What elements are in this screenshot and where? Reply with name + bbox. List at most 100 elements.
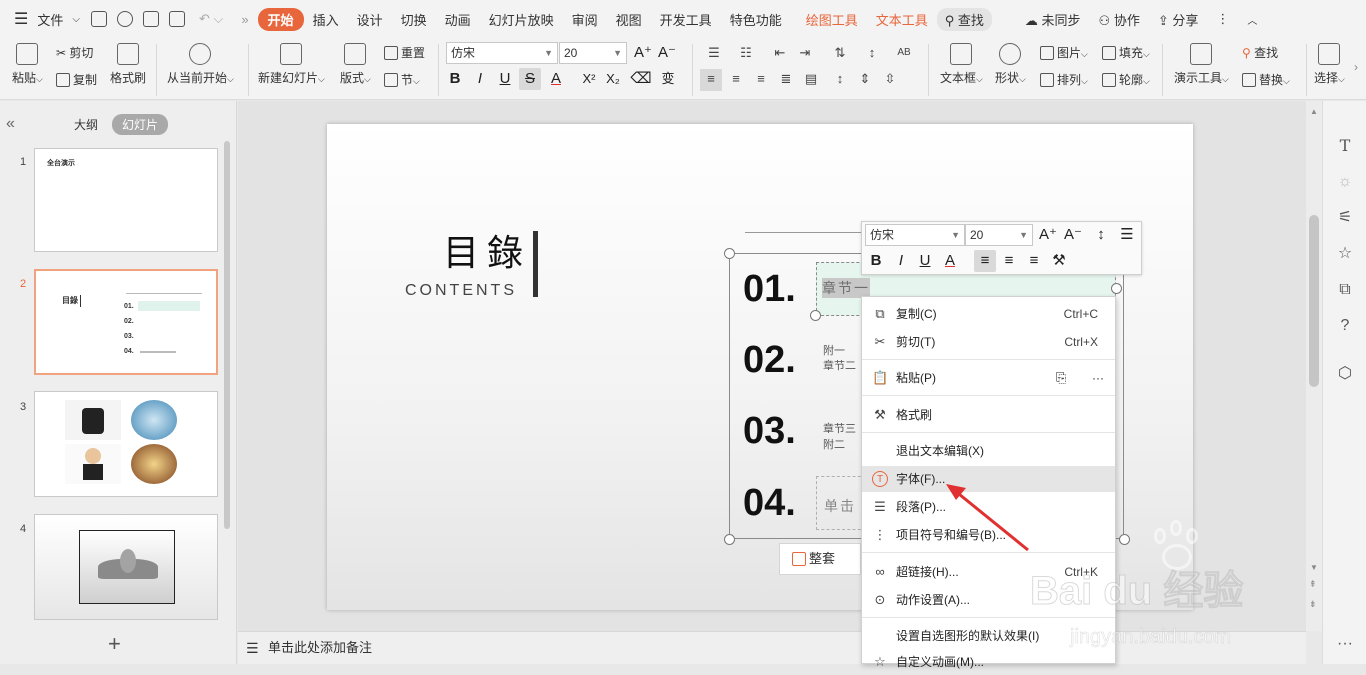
- mini-font-select[interactable]: 仿宋 ▼: [865, 224, 965, 246]
- resize-handle[interactable]: [1111, 283, 1122, 294]
- resize-handle[interactable]: [810, 310, 821, 321]
- export-icon[interactable]: [116, 11, 133, 27]
- present-tools-button[interactable]: 演示工具⌵: [1174, 43, 1229, 86]
- slide-thumbnail-4[interactable]: [34, 514, 218, 620]
- save-icon[interactable]: [90, 11, 107, 27]
- resize-handle[interactable]: [724, 534, 735, 545]
- print-icon[interactable]: [142, 11, 159, 27]
- copy-button[interactable]: 复制: [56, 71, 97, 88]
- underline-icon[interactable]: U: [914, 250, 936, 272]
- menu-item-copy[interactable]: ⧉ 复制(C) Ctrl+C: [862, 301, 1115, 327]
- align-right-icon[interactable]: ≡: [751, 69, 771, 89]
- file-menu[interactable]: 文件: [37, 10, 72, 29]
- text-direction-icon[interactable]: AB: [894, 43, 914, 63]
- collab-button[interactable]: ⚇ 协作: [1090, 10, 1149, 29]
- format-painter-icon[interactable]: ⚒: [1048, 250, 1070, 272]
- menu-item-custom-animation[interactable]: ☆ 自定义动画(M)...: [862, 649, 1115, 675]
- reset-button[interactable]: 重置: [384, 44, 425, 61]
- font-color-icon[interactable]: A: [939, 250, 961, 272]
- grow-font-icon[interactable]: A⁺: [632, 42, 654, 64]
- find-button[interactable]: ⚲ 查找: [1242, 44, 1278, 61]
- subscript-icon[interactable]: X₂: [602, 68, 624, 90]
- font-color-icon[interactable]: A: [545, 68, 567, 90]
- star-icon[interactable]: ☆: [1336, 245, 1354, 263]
- replace-button[interactable]: 替换⌵: [1242, 71, 1290, 88]
- add-slide-button[interactable]: +: [108, 631, 121, 657]
- bold-icon[interactable]: B: [865, 250, 887, 272]
- more-menu-icon[interactable]: ⋮: [1207, 11, 1238, 27]
- shrink-font-icon[interactable]: A⁻: [656, 42, 678, 64]
- resize-handle[interactable]: [1119, 534, 1130, 545]
- strikethrough-icon[interactable]: S: [519, 68, 541, 90]
- tab-outline[interactable]: 大纲: [74, 116, 98, 133]
- menu-item-exit-text-edit[interactable]: 退出文本编辑(X): [862, 438, 1115, 464]
- slide-thumbnail-2[interactable]: 目錄 01. 02. 03. 04.: [34, 269, 218, 375]
- grow-font-icon[interactable]: A⁺: [1037, 224, 1059, 246]
- more-icon[interactable]: ···: [1336, 635, 1354, 653]
- more-options-icon[interactable]: ···: [1092, 365, 1104, 391]
- textbox-button[interactable]: 文本框⌵: [940, 43, 983, 86]
- hamburger-menu-icon[interactable]: ☰: [0, 9, 37, 29]
- item-text-02a[interactable]: 附一: [823, 342, 845, 358]
- play-from-current-button[interactable]: 从当前开始⌵: [167, 43, 234, 86]
- italic-icon[interactable]: I: [890, 250, 912, 272]
- section-button[interactable]: 节⌵: [384, 71, 420, 88]
- menu-item-default-shape-effect[interactable]: 设置自选图形的默认效果(I): [862, 623, 1115, 649]
- select-button[interactable]: 选择⌵: [1314, 43, 1345, 86]
- paste-button[interactable]: 粘贴⌵: [12, 43, 43, 86]
- bullets-icon[interactable]: ☰: [704, 43, 724, 63]
- underline-icon[interactable]: U: [494, 68, 516, 90]
- paste-special-icon[interactable]: ⎘: [1056, 365, 1066, 391]
- align-left-icon[interactable]: ≡: [700, 69, 722, 91]
- tab-slideshow[interactable]: 幻灯片放映: [480, 10, 563, 29]
- align-center-icon[interactable]: ≡: [726, 69, 746, 89]
- increase-indent-icon[interactable]: ⇥: [795, 43, 815, 63]
- sort-icon[interactable]: ⇅: [830, 43, 850, 63]
- font-name-select[interactable]: 仿宋 ▼: [446, 42, 558, 64]
- superscript-icon[interactable]: X²: [578, 68, 600, 90]
- columns-icon[interactable]: ⇕: [855, 69, 875, 89]
- line-spacing2-icon[interactable]: ↕: [830, 69, 850, 89]
- tab-view[interactable]: 视图: [607, 10, 651, 29]
- tab-review[interactable]: 审阅: [563, 10, 607, 29]
- scrollbar-thumb[interactable]: [1309, 215, 1319, 387]
- chevron-down-icon[interactable]: ⌵: [72, 14, 86, 25]
- undo-icon[interactable]: ↶ ⌵: [190, 11, 232, 27]
- menu-item-cut[interactable]: ✂ 剪切(T) Ctrl+X: [862, 329, 1115, 355]
- prev-slide-icon[interactable]: ⇞: [1309, 579, 1317, 590]
- slide-subtitle[interactable]: CONTENTS: [405, 282, 517, 300]
- new-slide-button[interactable]: 新建幻灯片⌵: [258, 43, 325, 86]
- tab-design[interactable]: 设计: [348, 10, 392, 29]
- tab-insert[interactable]: 插入: [304, 10, 348, 29]
- slide-title[interactable]: 目錄: [443, 224, 531, 276]
- shrink-font-icon[interactable]: A⁻: [1062, 224, 1084, 246]
- tab-developer[interactable]: 开发工具: [651, 10, 721, 29]
- numbering-icon[interactable]: ☷: [736, 43, 756, 63]
- menu-item-action-settings[interactable]: ⊙ 动作设置(A)...: [862, 587, 1115, 613]
- line-spacing-icon[interactable]: ↕: [862, 43, 882, 63]
- more-chevron-icon[interactable]: »: [232, 12, 257, 27]
- picture-button[interactable]: 图片⌵: [1040, 44, 1088, 61]
- pinyin-icon[interactable]: 变: [657, 68, 679, 90]
- scroll-up-icon[interactable]: ▲: [1310, 107, 1318, 116]
- menu-item-paste[interactable]: 📋 粘贴(P) ⎘ ···: [862, 365, 1115, 391]
- collapse-panel-icon[interactable]: «: [6, 115, 15, 133]
- italic-icon[interactable]: I: [469, 68, 491, 90]
- cut-button[interactable]: ✂ 剪切: [56, 44, 93, 61]
- align-center-icon[interactable]: ≡: [998, 250, 1020, 272]
- align-right-icon[interactable]: ≡: [1023, 250, 1045, 272]
- transition-icon[interactable]: ⧉: [1336, 281, 1354, 299]
- tab-transition[interactable]: 切换: [392, 10, 436, 29]
- tab-drawing-tools[interactable]: 绘图工具: [797, 10, 867, 29]
- lightbulb-icon[interactable]: ☼: [1336, 173, 1354, 191]
- decrease-indent-icon[interactable]: ⇤: [770, 43, 790, 63]
- item-text-01[interactable]: 章节一: [822, 278, 870, 298]
- paragraph-spacing-icon[interactable]: ⇳: [880, 69, 900, 89]
- tab-slides[interactable]: 幻灯片: [112, 114, 169, 135]
- slide-thumbnail-3[interactable]: [34, 391, 218, 497]
- collapse-ribbon-icon[interactable]: ︿: [1238, 12, 1266, 27]
- help-icon[interactable]: ?: [1336, 317, 1354, 335]
- item-text-02b[interactable]: 章节二: [823, 357, 856, 373]
- fill-button[interactable]: 填充⌵: [1102, 44, 1150, 61]
- sliders-icon[interactable]: ⚟: [1336, 209, 1354, 227]
